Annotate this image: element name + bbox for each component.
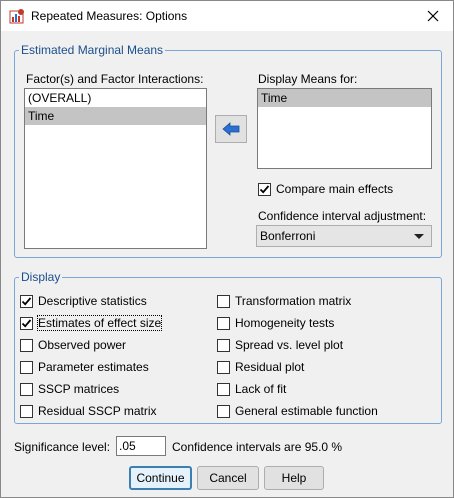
checkbox-box[interactable] xyxy=(20,382,33,396)
spread-vs-level-plot-label: Spread vs. level plot xyxy=(235,338,344,352)
display-means-listbox[interactable]: Time xyxy=(257,88,432,169)
general-estimable-function-label: General estimable function xyxy=(235,404,378,418)
residual-sscp-matrix-label: Residual SSCP matrix xyxy=(38,404,157,418)
sscp-matrices-checkbox[interactable]: SSCP matrices xyxy=(20,381,119,397)
chevron-down-icon xyxy=(414,234,424,239)
parameter-estimates-checkbox[interactable]: Parameter estimates xyxy=(20,359,149,375)
residual-sscp-matrix-checkbox[interactable]: Residual SSCP matrix xyxy=(20,403,157,419)
transformation-matrix-label: Transformation matrix xyxy=(235,294,352,308)
emm-group-label: Estimated Marginal Means xyxy=(19,43,166,57)
checkbox-box[interactable] xyxy=(217,294,230,308)
checkbox-box[interactable] xyxy=(20,404,33,418)
checkbox-box[interactable] xyxy=(217,338,230,352)
display-group-label: Display xyxy=(19,270,63,284)
checkbox-box[interactable] xyxy=(20,360,33,374)
window-title: Repeated Measures: Options xyxy=(31,9,188,23)
significance-level-label: Significance level: xyxy=(14,440,111,454)
residual-plot-label: Residual plot xyxy=(235,360,305,374)
general-estimable-function-checkbox[interactable]: General estimable function xyxy=(217,403,378,419)
move-right-button[interactable] xyxy=(215,115,247,143)
lack-of-fit-checkbox[interactable]: Lack of fit xyxy=(217,381,286,397)
transformation-matrix-checkbox[interactable]: Transformation matrix xyxy=(217,293,351,309)
close-button[interactable] xyxy=(413,1,453,31)
homogeneity-tests-checkbox[interactable]: Homogeneity tests xyxy=(217,315,334,331)
descriptive-statistics-checkbox[interactable]: Descriptive statistics xyxy=(20,293,147,309)
checkmark-icon xyxy=(259,184,270,194)
factor-item-overall[interactable]: (OVERALL) xyxy=(25,89,206,107)
continue-button[interactable]: Continue xyxy=(129,466,192,490)
help-button[interactable]: Help xyxy=(264,466,324,490)
observed-power-label: Observed power xyxy=(38,338,127,352)
spread-vs-level-plot-checkbox[interactable]: Spread vs. level plot xyxy=(217,337,343,353)
checkbox-box[interactable] xyxy=(20,294,33,308)
descriptive-statistics-label: Descriptive statistics xyxy=(38,294,147,308)
checkbox-box[interactable] xyxy=(217,404,230,418)
residual-plot-checkbox[interactable]: Residual plot xyxy=(217,359,304,375)
factor-item-time[interactable]: Time xyxy=(25,107,206,125)
cancel-button[interactable]: Cancel xyxy=(197,466,259,490)
display-means-item-time[interactable]: Time xyxy=(258,89,431,107)
checkbox-box[interactable] xyxy=(20,316,33,330)
compare-main-effects-label: Compare main effects xyxy=(276,182,394,196)
repeated-measures-options-dialog: Repeated Measures: Options Estimated Mar… xyxy=(0,0,454,498)
parameter-estimates-label: Parameter estimates xyxy=(38,360,149,374)
compare-main-effects-checkbox[interactable]: Compare main effects xyxy=(258,181,393,197)
checkbox-box[interactable] xyxy=(217,360,230,374)
checkmark-icon xyxy=(21,296,32,306)
lack-of-fit-label: Lack of fit xyxy=(235,382,287,396)
ci-adjustment-label: Confidence interval adjustment: xyxy=(258,209,427,223)
ci-adjustment-select[interactable]: Bonferroni xyxy=(256,225,432,247)
estimates-of-effect-size-checkbox[interactable]: Estimates of effect size xyxy=(20,315,163,331)
factors-label: Factor(s) and Factor Interactions: xyxy=(26,72,204,86)
ci-adjustment-value: Bonferroni xyxy=(260,229,316,243)
significance-level-input[interactable]: .05 xyxy=(116,436,166,456)
arrow-right-icon xyxy=(222,122,240,136)
close-icon xyxy=(427,10,439,22)
title-bar[interactable]: Repeated Measures: Options xyxy=(1,1,453,31)
checkmark-icon xyxy=(21,318,32,328)
checkbox-box[interactable] xyxy=(217,316,230,330)
checkbox-box[interactable] xyxy=(217,382,230,396)
factors-listbox[interactable]: (OVERALL) Time xyxy=(24,88,207,249)
display-means-label: Display Means for: xyxy=(258,72,358,86)
estimates-of-effect-size-label: Estimates of effect size xyxy=(36,315,163,331)
checkbox-box[interactable] xyxy=(20,338,33,352)
homogeneity-tests-label: Homogeneity tests xyxy=(235,316,335,330)
checkbox-box[interactable] xyxy=(258,182,271,196)
confidence-intervals-text: Confidence intervals are 95.0 % xyxy=(172,440,343,454)
sscp-matrices-label: SSCP matrices xyxy=(38,382,120,396)
spss-app-icon xyxy=(9,8,25,24)
observed-power-checkbox[interactable]: Observed power xyxy=(20,337,126,353)
significance-level-value: .05 xyxy=(119,439,136,453)
